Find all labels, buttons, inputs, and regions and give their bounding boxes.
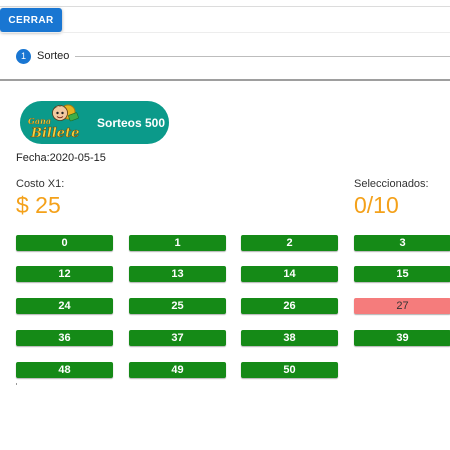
selected-count-label: Seleccionados:: [354, 178, 429, 190]
raffle-brand-badge: Gana Billete Sorteos 500: [20, 101, 169, 144]
close-button[interactable]: CERRAR: [0, 8, 62, 32]
draw-date: Fecha:2020-05-15: [16, 152, 106, 164]
number-button-reserved[interactable]: 27: [354, 298, 450, 314]
top-border: [0, 6, 450, 7]
number-button[interactable]: 15: [354, 266, 450, 282]
number-button[interactable]: 26: [241, 298, 338, 314]
header-separator: [0, 32, 450, 33]
number-button[interactable]: 12: [16, 266, 113, 282]
section-divider: [0, 79, 450, 81]
number-button[interactable]: 3: [354, 235, 450, 251]
number-button[interactable]: 2: [241, 235, 338, 251]
step-label[interactable]: Sorteo: [37, 50, 69, 62]
number-button[interactable]: 25: [129, 298, 226, 314]
number-button[interactable]: 1: [129, 235, 226, 251]
number-button[interactable]: 38: [241, 330, 338, 346]
raffle-name: Sorteos 500: [97, 115, 166, 130]
number-button[interactable]: 36: [16, 330, 113, 346]
number-button[interactable]: 37: [129, 330, 226, 346]
cost-label: Costo X1:: [16, 178, 65, 190]
logo-text-gana: Gana: [28, 116, 51, 126]
number-button[interactable]: 39: [354, 330, 450, 346]
number-button[interactable]: 13: [129, 266, 226, 282]
step-connector-line: [75, 55, 450, 57]
number-button[interactable]: 14: [241, 266, 338, 282]
scroll-hint-dot: [16, 383, 17, 385]
number-button[interactable]: 49: [129, 362, 226, 378]
number-button[interactable]: 0: [16, 235, 113, 251]
number-button[interactable]: 24: [16, 298, 113, 314]
logo-text-billete: Billete: [30, 126, 79, 141]
number-button[interactable]: 48: [16, 362, 113, 378]
step-number-badge[interactable]: 1: [16, 48, 31, 64]
cost-value: $ 25: [16, 192, 61, 218]
stepper: 1 Sorteo: [16, 47, 450, 65]
gana-billete-logo: Gana Billete: [28, 104, 80, 141]
number-button[interactable]: 50: [241, 362, 338, 378]
selected-count-value: 0/10: [354, 192, 399, 218]
